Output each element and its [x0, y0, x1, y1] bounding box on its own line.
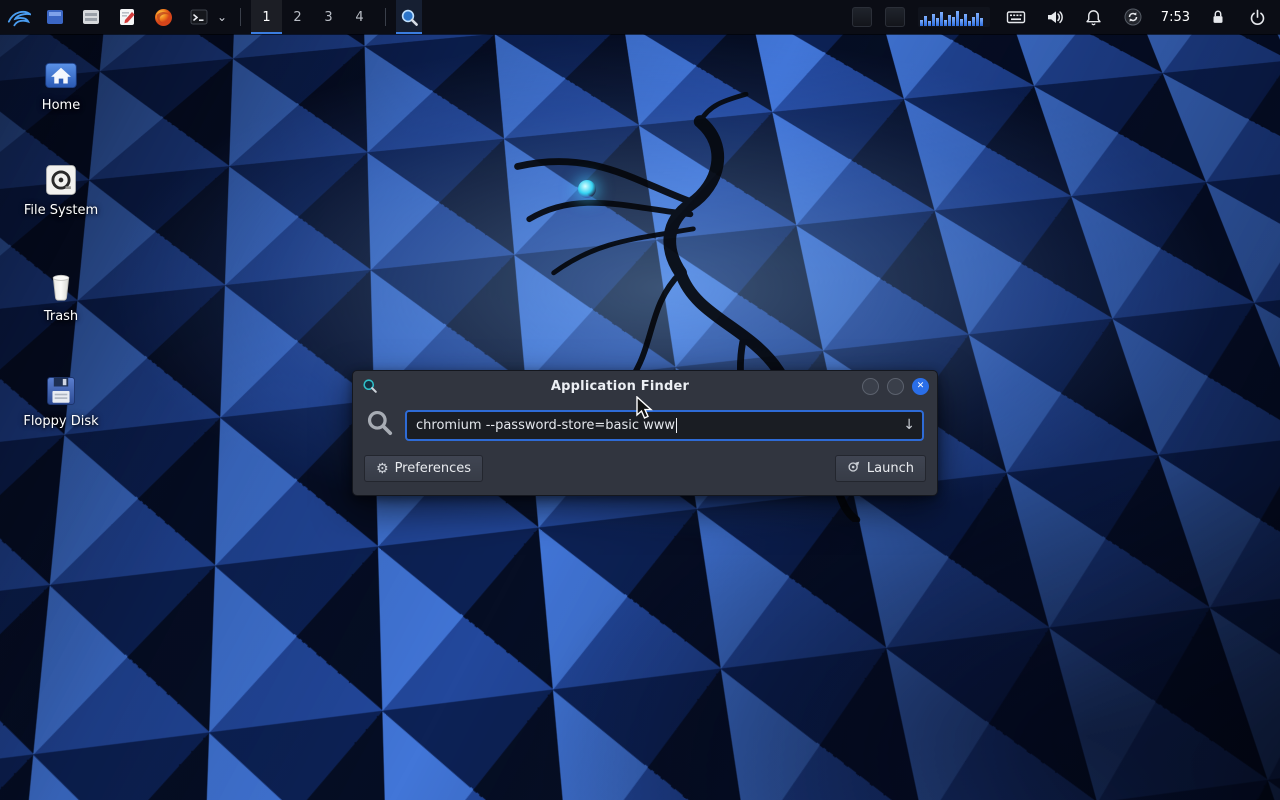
- panel-separator: [240, 8, 241, 26]
- volume-icon[interactable]: [1042, 0, 1068, 34]
- finder-footer: ⚙ Preferences Launch: [353, 450, 937, 495]
- close-button[interactable]: ✕: [912, 378, 929, 395]
- clock[interactable]: 7:53: [1159, 10, 1192, 25]
- notifications-icon[interactable]: [1081, 0, 1107, 34]
- window-thumbnail[interactable]: [852, 7, 872, 27]
- preferences-button[interactable]: ⚙ Preferences: [364, 455, 483, 482]
- panel-separator: [385, 8, 386, 26]
- file-manager-icon[interactable]: [78, 0, 104, 34]
- workspace-3[interactable]: 3: [313, 0, 344, 34]
- preferences-label: Preferences: [395, 461, 471, 476]
- desktop-icon-label: Home: [42, 99, 80, 113]
- desktop-icon-home[interactable]: Home: [15, 56, 107, 113]
- application-finder-window: Application Finder ✕ chromium --password…: [352, 370, 938, 496]
- launch-icon: [847, 460, 861, 478]
- workspace-4[interactable]: 4: [344, 0, 375, 34]
- lock-icon[interactable]: [1205, 0, 1231, 34]
- floppy-disk-icon: [43, 372, 79, 410]
- window-thumbnail[interactable]: [885, 7, 905, 27]
- app-finder-icon: [361, 378, 378, 395]
- system-monitor-applet[interactable]: [918, 7, 990, 27]
- text-caret: [676, 418, 677, 433]
- command-text: chromium --password-store=basic www: [416, 418, 675, 433]
- app-finder-panel-button[interactable]: [396, 0, 422, 34]
- terminal-dropdown-chevron[interactable]: ⌄: [214, 0, 230, 34]
- workspace-switcher: 1 2 3 4: [251, 0, 375, 34]
- minimize-button[interactable]: [862, 378, 879, 395]
- launch-button[interactable]: Launch: [835, 455, 926, 482]
- kali-menu-icon[interactable]: [6, 0, 32, 34]
- desktop-icon-column: Home File System Trash Floppy Disk: [15, 56, 107, 477]
- desktop-icon-trash[interactable]: Trash: [15, 267, 107, 324]
- window-buttons: ✕: [862, 378, 929, 395]
- launch-label: Launch: [867, 461, 914, 476]
- terminal-icon[interactable]: [186, 0, 212, 34]
- text-editor-icon[interactable]: [114, 0, 140, 34]
- workspace-1[interactable]: 1: [251, 0, 282, 34]
- command-input[interactable]: chromium --password-store=basic www ↓: [405, 410, 924, 441]
- desktop-icon-label: Trash: [44, 310, 78, 324]
- gear-icon: ⚙: [376, 462, 389, 476]
- glow-orb: [578, 180, 596, 198]
- window-icon[interactable]: [42, 0, 68, 34]
- trash-icon: [43, 267, 79, 305]
- home-folder-icon: [42, 56, 80, 94]
- titlebar[interactable]: Application Finder ✕: [353, 371, 937, 401]
- panel-left: ⌄ 1 2 3 4: [0, 0, 422, 34]
- update-icon[interactable]: [1120, 0, 1146, 34]
- power-icon[interactable]: [1244, 0, 1270, 34]
- input-dropdown-arrow[interactable]: ↓: [903, 417, 915, 433]
- keyboard-icon[interactable]: [1003, 0, 1029, 34]
- desktop-icon-label: Floppy Disk: [23, 415, 98, 429]
- finder-body: chromium --password-store=basic www ↓: [353, 401, 937, 450]
- firefox-icon[interactable]: [150, 0, 176, 34]
- desktop-icon-label: File System: [24, 204, 98, 218]
- maximize-button[interactable]: [887, 378, 904, 395]
- top-panel: ⌄ 1 2 3 4 7:: [0, 0, 1280, 34]
- desktop-icon-floppy[interactable]: Floppy Disk: [15, 372, 107, 429]
- hard-drive-icon: [43, 161, 79, 199]
- search-icon: [366, 409, 394, 441]
- panel-right: 7:53: [852, 0, 1280, 34]
- window-title: Application Finder: [378, 379, 862, 394]
- desktop-icon-file-system[interactable]: File System: [15, 161, 107, 218]
- workspace-2[interactable]: 2: [282, 0, 313, 34]
